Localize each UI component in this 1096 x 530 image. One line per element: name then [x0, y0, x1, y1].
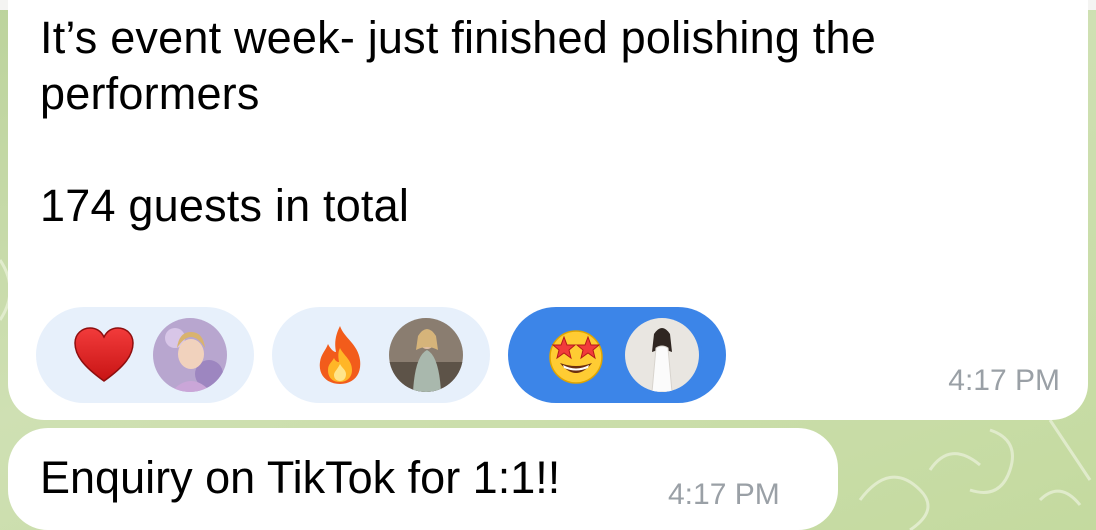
reaction-heart[interactable] [36, 307, 254, 403]
reactions-row [36, 307, 726, 403]
message-text: It’s event week- just finished polishing… [40, 12, 876, 231]
avatar [150, 315, 230, 395]
avatar [386, 315, 466, 395]
message-timestamp: 4:17 PM [668, 478, 780, 511]
avatar [622, 315, 702, 395]
fire-icon [308, 323, 372, 387]
heart-icon [72, 323, 136, 387]
message-bubble[interactable]: It’s event week- just finished polishing… [8, 0, 1088, 420]
reaction-star-struck[interactable] [508, 307, 726, 403]
message-timestamp: 4:17 PM [948, 364, 1060, 397]
star-struck-icon [544, 323, 608, 387]
message-text: Enquiry on TikTok for 1:1!! [40, 452, 561, 503]
reaction-fire[interactable] [272, 307, 490, 403]
